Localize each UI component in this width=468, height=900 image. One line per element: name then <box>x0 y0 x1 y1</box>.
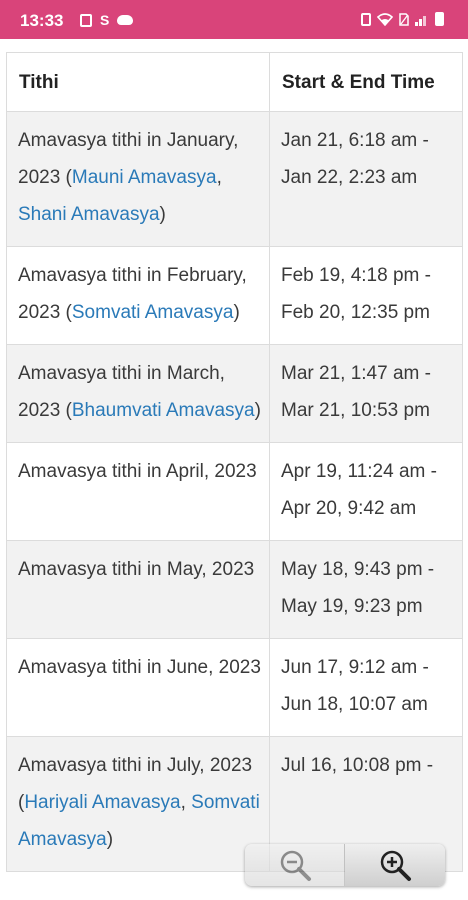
tithi-suffix: ) <box>254 400 261 421</box>
vibrate-icon <box>361 12 371 26</box>
time-cell: May 18, 9:43 pm - May 19, 9:23 pm <box>269 540 463 639</box>
separator-text: , <box>180 792 192 813</box>
battery-icon <box>435 12 444 26</box>
tithi-cell: Amavasya tithi in May, 2023 <box>6 540 270 639</box>
tithi-cell: Amavasya tithi in February, 2023 (Somvat… <box>6 246 270 345</box>
no-sim-icon <box>399 12 409 26</box>
hariyali-amavasya-link[interactable]: Hariyali Amavasya <box>24 792 180 813</box>
tithi-suffix: ) <box>159 204 166 225</box>
table-row: Amavasya tithi in June, 2023 Jun 17, 9:1… <box>6 638 463 737</box>
bhaumvati-amavasya-link[interactable]: Bhaumvati Amavasya <box>72 400 255 421</box>
s-letter-icon: S <box>100 12 110 28</box>
header-tithi: Tithi <box>6 52 270 112</box>
wifi-icon <box>377 12 393 26</box>
sim-card-icon <box>80 13 92 27</box>
mauni-amavasya-link[interactable]: Mauni Amavasya <box>72 167 217 188</box>
table-row: Amavasya tithi in May, 2023 May 18, 9:43… <box>6 540 463 639</box>
zoom-control <box>245 844 445 886</box>
zoom-out-icon <box>280 850 311 881</box>
table-row: Amavasya tithi in April, 2023 Apr 19, 11… <box>6 442 463 541</box>
tithi-suffix: ) <box>106 829 114 850</box>
time-cell: Apr 19, 11:24 am - Apr 20, 9:42 am <box>269 442 463 541</box>
zoom-out-button[interactable] <box>245 844 345 886</box>
tithi-suffix: ) <box>233 302 240 323</box>
time-cell: Mar 21, 1:47 am - Mar 21, 10:53 pm <box>269 344 463 443</box>
signal-icon <box>415 15 426 26</box>
table-row: Amavasya tithi in February, 2023 (Somvat… <box>6 246 463 345</box>
amavasya-table: Tithi Start & End Time Amavasya tithi in… <box>6 52 463 872</box>
zoom-in-icon <box>380 850 411 881</box>
time-cell: Jun 17, 9:12 am - Jun 18, 10:07 am <box>269 638 463 737</box>
table-row: Amavasya tithi in January, 2023 (Mauni A… <box>6 111 463 247</box>
tithi-cell: Amavasya tithi in January, 2023 (Mauni A… <box>6 111 270 247</box>
cloud-icon <box>117 15 134 25</box>
tithi-cell: Amavasya tithi in March, 2023 (Bhaumvati… <box>6 344 270 443</box>
table-header-row: Tithi Start & End Time <box>6 52 463 112</box>
shani-amavasya-link[interactable]: Shani Amavasya <box>18 204 160 225</box>
amavasya-table-container: Tithi Start & End Time Amavasya tithi in… <box>6 52 463 872</box>
time-cell: Feb 19, 4:18 pm - Feb 20, 12:35 pm <box>269 246 463 345</box>
table-row: Amavasya tithi in March, 2023 (Bhaumvati… <box>6 344 463 443</box>
header-start-end-time: Start & End Time <box>269 52 463 112</box>
status-bar: 13:33 S <box>0 0 468 39</box>
status-time: 13:33 <box>20 11 64 30</box>
separator-text: , <box>216 167 222 188</box>
somvati-amavasya-link[interactable]: Somvati Amavasya <box>72 302 234 323</box>
tithi-cell: Amavasya tithi in July, 2023 (Hariyali A… <box>6 736 270 872</box>
tithi-cell: Amavasya tithi in June, 2023 <box>6 638 270 737</box>
tithi-cell: Amavasya tithi in April, 2023 <box>6 442 270 541</box>
time-cell: Jan 21, 6:18 am - Jan 22, 2:23 am <box>269 111 463 247</box>
zoom-in-button[interactable] <box>345 844 445 886</box>
